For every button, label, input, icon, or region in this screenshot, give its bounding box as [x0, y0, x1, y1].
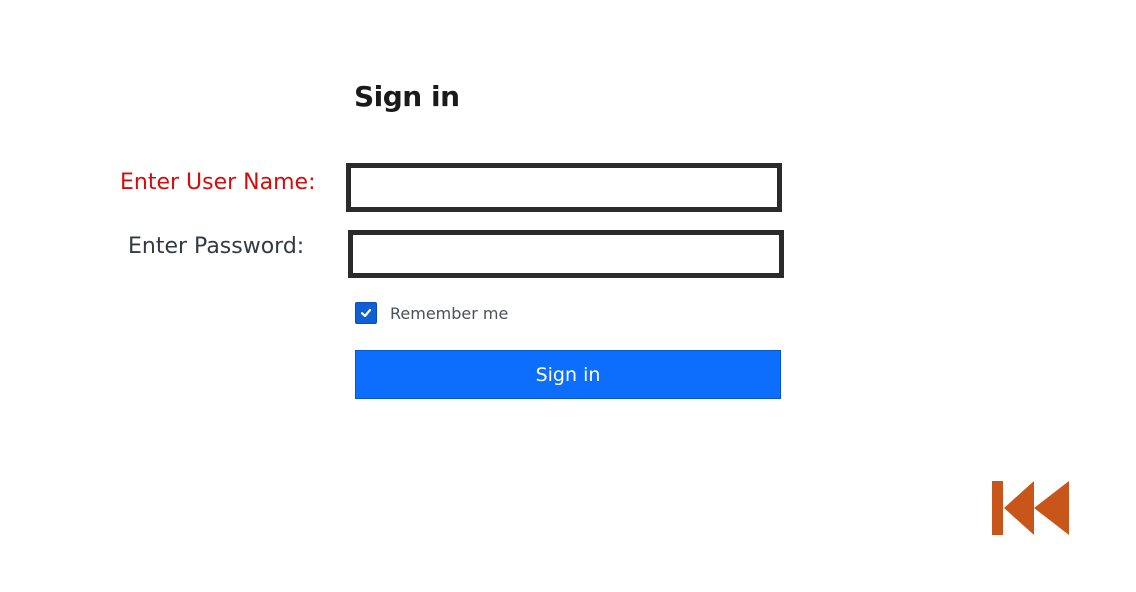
sign-in-button[interactable]: Sign in	[355, 350, 781, 399]
checkmark-icon	[360, 308, 372, 318]
remember-me-checkbox[interactable]	[355, 302, 377, 324]
remember-me-row[interactable]: Remember me	[355, 302, 508, 324]
username-input[interactable]	[346, 163, 782, 212]
page-title: Sign in	[354, 80, 460, 113]
password-input[interactable]	[348, 230, 784, 278]
username-label: Enter User Name:	[120, 170, 316, 195]
password-label: Enter Password:	[128, 234, 305, 259]
remember-me-label: Remember me	[390, 303, 509, 323]
rewind-to-start-icon[interactable]	[990, 480, 1070, 536]
